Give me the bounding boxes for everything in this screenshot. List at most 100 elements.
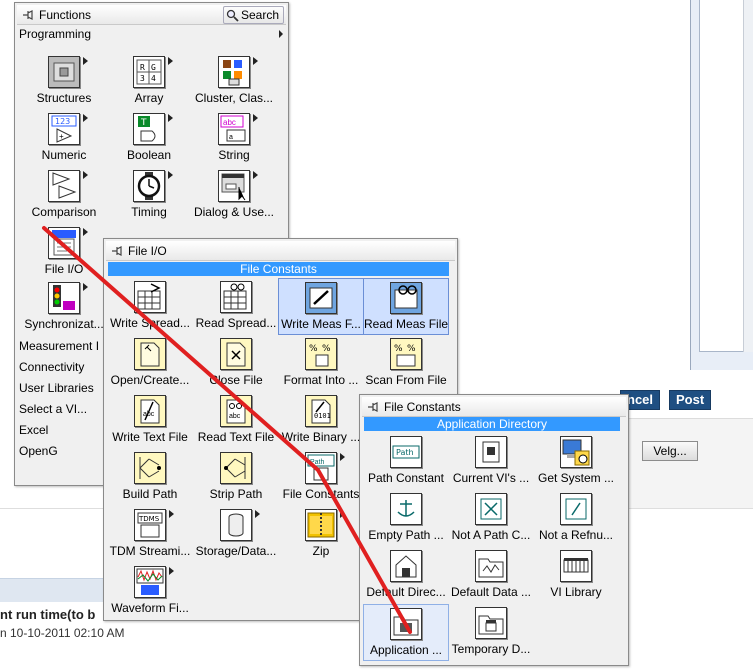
cluster-icon [218,56,250,88]
fileio-item-label: TDM Streami... [109,544,191,558]
background-scrollbar[interactable] [743,0,753,352]
palette-item-string[interactable]: abc a String [191,110,277,167]
timing-icon [133,170,165,202]
constant-item-label: Default Data ... [450,585,532,599]
velg-button[interactable]: Velg... [642,441,698,461]
fileio-item-write-spreadsheet[interactable]: Write Spread... [107,278,193,335]
fileio-item-read-text[interactable]: abc Read Text File [193,392,279,449]
palette-item-cluster[interactable]: Cluster, Clas... [191,53,277,110]
file-constants-palette: File Constants Application Directory Pat… [359,394,629,666]
submenu-arrow-icon [83,171,88,179]
application-directory-icon [390,608,422,640]
submenu-arrow-icon [83,228,88,236]
fileio-item-read-meas[interactable]: Read Meas File [363,278,449,335]
svg-text:+: + [59,132,64,141]
fileio-item-scan-from[interactable]: %% Scan From File [363,335,449,392]
palette-item-synchronization[interactable]: Synchronizat... [21,279,107,336]
numeric-icon: 123 + [48,113,80,145]
palette-item-array[interactable]: RG34 Array [106,53,192,110]
constant-item-application-directory[interactable]: Application ... [363,604,449,661]
functions-title-bar[interactable]: Functions Search [17,5,286,25]
constant-item-path[interactable]: Path Path Constant [363,433,449,490]
palette-item-fileio[interactable]: File I/O [21,224,107,281]
fileio-item-tdm-streaming[interactable]: TDMS TDM Streami... [107,506,193,563]
fileio-item-waveform[interactable]: Waveform Fi... [107,563,193,620]
thread-title[interactable]: nt run time(to b [0,607,95,622]
pin-icon[interactable] [110,244,124,258]
submenu-arrow-icon [340,510,345,518]
palette-item-dialog[interactable]: Dialog & Use... [191,167,277,224]
fileio-item-label: Strip Path [209,487,263,501]
category-select-vi[interactable]: Select a VI... [19,400,87,418]
constant-item-label: Not a Refnu... [538,528,614,542]
read-text-icon: abc [220,395,252,427]
category-measurement[interactable]: Measurement I [19,337,99,355]
fileio-item-label: Storage/Data... [195,544,277,558]
submenu-arrow-icon [169,567,174,575]
empty-path-icon [390,493,422,525]
palette-item-timing[interactable]: Timing [106,167,192,224]
fileio-item-format-into[interactable]: %% Format Into ... [278,335,364,392]
fileio-item-label: Write Text File [112,430,188,444]
pin-icon[interactable] [366,400,380,414]
submenu-arrow-icon [255,510,260,518]
get-system-directory-icon [560,436,592,468]
search-button[interactable]: Search [222,6,284,24]
constant-item-current-vi[interactable]: Current VI's ... [448,433,534,490]
category-programming[interactable]: Programming [19,25,91,43]
palette-item-comparison[interactable]: Comparison [21,167,107,224]
file-constants-title-bar[interactable]: File Constants [362,397,626,417]
dialog-icon [218,170,250,202]
constant-item-empty-path[interactable]: Empty Path ... [363,490,449,547]
constant-item-label: VI Library [550,585,602,599]
read-spreadsheet-icon [220,281,252,313]
constant-item-vi-library[interactable]: VI Library [533,547,619,604]
fileio-item-build-path[interactable]: Build Path [107,449,193,506]
fileio-item-open-create[interactable]: Open/Create... [107,335,193,392]
open-create-icon [134,338,166,370]
synchronization-icon [48,282,80,314]
fileio-item-write-text[interactable]: abc Write Text File [107,392,193,449]
string-icon: abc a [218,113,250,145]
category-user-libraries[interactable]: User Libraries [19,379,94,397]
fileio-item-file-constants[interactable]: Path File Constants [278,449,364,506]
fileio-item-label: Read Spread... [195,316,277,330]
post-button[interactable]: Post [669,390,712,410]
close-file-icon [220,338,252,370]
fileio-item-zip[interactable]: Zip [278,506,364,563]
write-text-icon: abc [134,395,166,427]
fileio-item-write-meas[interactable]: Write Meas F... [278,278,364,335]
svg-text:abc: abc [229,413,241,420]
constant-item-temporary-directory[interactable]: Temporary D... [448,604,534,661]
fileio-item-storage[interactable]: Storage/Data... [193,506,279,563]
fileio-item-write-binary[interactable]: 0101 Write Binary ... [278,392,364,449]
constant-item-not-a-refnum[interactable]: Not a Refnu... [533,490,619,547]
category-openg[interactable]: OpenG [19,442,58,460]
search-icon [226,9,239,22]
fileio-item-strip-path[interactable]: Strip Path [193,449,279,506]
palette-item-label: Array [134,91,164,105]
submenu-arrow-icon [83,57,88,65]
pin-icon[interactable] [21,8,35,22]
palette-item-numeric[interactable]: 123 + Numeric [21,110,107,167]
constant-item-get-system[interactable]: Get System ... [533,433,619,490]
palette-item-label: Structures [36,91,92,105]
fileio-item-label: Format Into ... [283,373,359,387]
constant-item-label: Default Direc... [366,585,446,599]
palette-item-boolean[interactable]: T Boolean [106,110,192,167]
write-meas-icon [305,282,337,314]
palette-item-structures[interactable]: Structures [21,53,107,110]
fileio-item-close-file[interactable]: Close File [193,335,279,392]
constant-item-default-data[interactable]: Default Data ... [448,547,534,604]
category-connectivity[interactable]: Connectivity [19,358,84,376]
constant-item-not-a-path[interactable]: Not A Path C... [448,490,534,547]
not-a-path-icon [475,493,507,525]
constant-item-default-directory[interactable]: Default Direc... [363,547,449,604]
fileio-item-read-spreadsheet[interactable]: Read Spread... [193,278,279,335]
fileio-item-label: Build Path [122,487,178,501]
file-io-title-bar[interactable]: File I/O [106,241,455,261]
constant-item-label: Empty Path ... [368,528,444,542]
svg-text:0101: 0101 [314,412,331,420]
category-excel[interactable]: Excel [19,421,48,439]
constant-item-label: Get System ... [537,471,615,485]
